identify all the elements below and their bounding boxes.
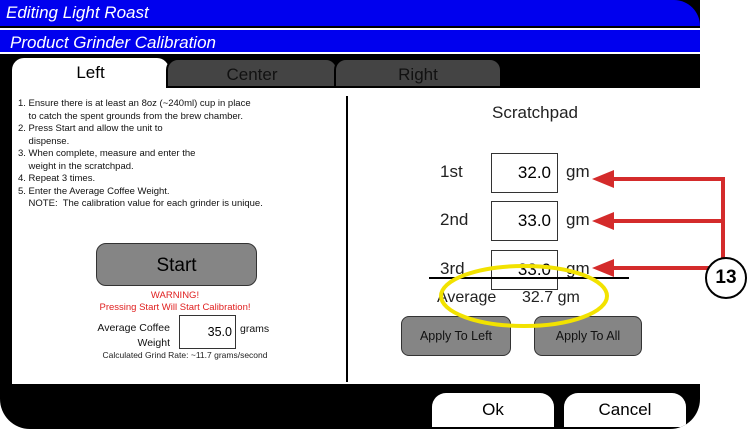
callout-number: 13 xyxy=(705,257,747,299)
arrow-head-icon xyxy=(592,259,614,277)
arrow-head-icon xyxy=(592,170,614,188)
arrow-head-icon xyxy=(592,212,614,230)
average-highlight-ellipse xyxy=(439,264,609,328)
annotation-overlay xyxy=(439,170,725,328)
callout-arrows xyxy=(592,170,725,277)
